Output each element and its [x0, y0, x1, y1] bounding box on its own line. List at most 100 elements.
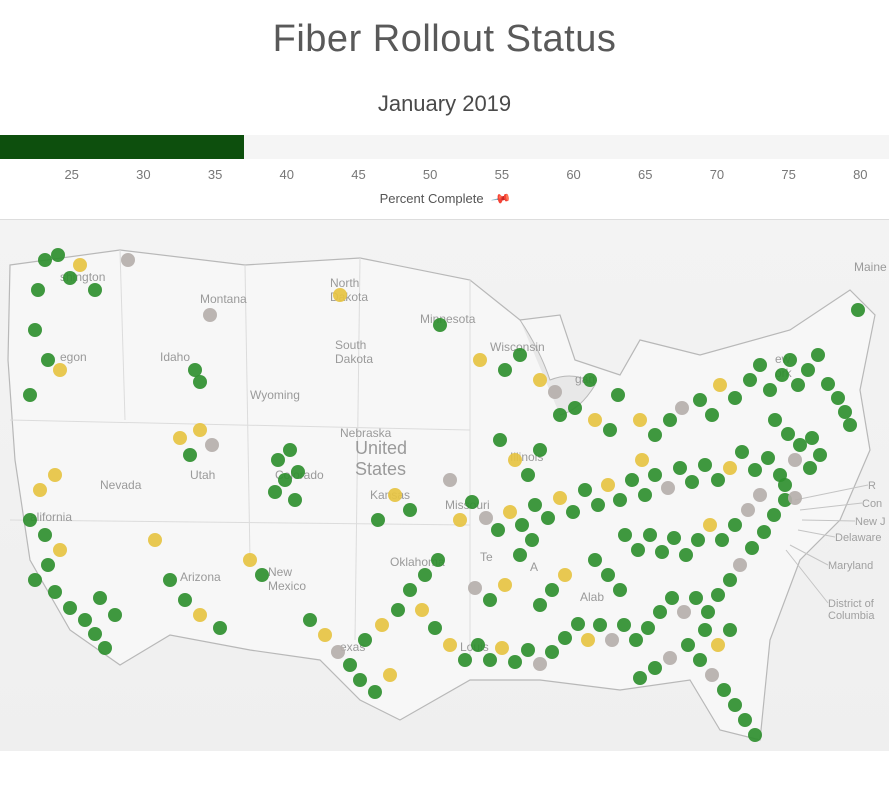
map-point[interactable] — [268, 485, 282, 499]
map-point[interactable] — [568, 401, 582, 415]
map-point[interactable] — [685, 475, 699, 489]
map-point[interactable] — [203, 308, 217, 322]
map-point[interactable] — [743, 373, 757, 387]
map-point[interactable] — [508, 655, 522, 669]
map-point[interactable] — [775, 368, 789, 382]
map-point[interactable] — [93, 591, 107, 605]
map-point[interactable] — [768, 413, 782, 427]
map-point[interactable] — [705, 408, 719, 422]
map-point[interactable] — [611, 388, 625, 402]
map-point[interactable] — [513, 548, 527, 562]
map-point[interactable] — [533, 443, 547, 457]
map-point[interactable] — [617, 618, 631, 632]
map-point[interactable] — [631, 543, 645, 557]
map-point[interactable] — [51, 248, 65, 262]
map-point[interactable] — [278, 473, 292, 487]
map-point[interactable] — [213, 621, 227, 635]
map-point[interactable] — [713, 378, 727, 392]
map-point[interactable] — [31, 283, 45, 297]
map-point[interactable] — [665, 591, 679, 605]
map-point[interactable] — [723, 573, 737, 587]
map-point[interactable] — [193, 608, 207, 622]
map-point[interactable] — [453, 513, 467, 527]
map-point[interactable] — [601, 568, 615, 582]
map-point[interactable] — [63, 271, 77, 285]
map-point[interactable] — [48, 468, 62, 482]
map-point[interactable] — [388, 488, 402, 502]
map-point[interactable] — [471, 638, 485, 652]
map-point[interactable] — [778, 478, 792, 492]
map-point[interactable] — [33, 483, 47, 497]
map-point[interactable] — [805, 431, 819, 445]
map-area[interactable]: UnitedStates shingtonMontanaNorthDakotaM… — [0, 219, 889, 751]
map-point[interactable] — [767, 508, 781, 522]
map-point[interactable] — [788, 491, 802, 505]
map-point[interactable] — [391, 603, 405, 617]
map-point[interactable] — [468, 581, 482, 595]
map-point[interactable] — [633, 671, 647, 685]
map-point[interactable] — [178, 593, 192, 607]
map-point[interactable] — [371, 513, 385, 527]
map-point[interactable] — [41, 353, 55, 367]
map-point[interactable] — [98, 641, 112, 655]
map-point[interactable] — [788, 453, 802, 467]
map-point[interactable] — [838, 405, 852, 419]
map-point[interactable] — [88, 627, 102, 641]
map-point[interactable] — [78, 613, 92, 627]
map-point[interactable] — [693, 393, 707, 407]
map-point[interactable] — [88, 283, 102, 297]
map-point[interactable] — [851, 303, 865, 317]
map-point[interactable] — [368, 685, 382, 699]
map-point[interactable] — [418, 568, 432, 582]
map-point[interactable] — [711, 473, 725, 487]
map-point[interactable] — [591, 498, 605, 512]
map-point[interactable] — [38, 528, 52, 542]
map-point[interactable] — [748, 463, 762, 477]
map-point[interactable] — [148, 533, 162, 547]
map-point[interactable] — [403, 503, 417, 517]
map-point[interactable] — [283, 443, 297, 457]
map-point[interactable] — [691, 533, 705, 547]
map-point[interactable] — [243, 553, 257, 567]
map-point[interactable] — [383, 668, 397, 682]
map-point[interactable] — [791, 378, 805, 392]
map-point[interactable] — [553, 491, 567, 505]
map-point[interactable] — [618, 528, 632, 542]
map-point[interactable] — [821, 377, 835, 391]
map-point[interactable] — [193, 423, 207, 437]
map-point[interactable] — [566, 505, 580, 519]
map-point[interactable] — [661, 481, 675, 495]
map-point[interactable] — [525, 533, 539, 547]
map-point[interactable] — [558, 631, 572, 645]
map-point[interactable] — [667, 531, 681, 545]
map-point[interactable] — [495, 641, 509, 655]
map-point[interactable] — [738, 713, 752, 727]
map-point[interactable] — [521, 643, 535, 657]
map-point[interactable] — [588, 553, 602, 567]
map-point[interactable] — [443, 473, 457, 487]
map-point[interactable] — [63, 601, 77, 615]
map-point[interactable] — [663, 651, 677, 665]
map-point[interactable] — [503, 505, 517, 519]
map-point[interactable] — [483, 653, 497, 667]
map-point[interactable] — [541, 511, 555, 525]
map-point[interactable] — [163, 573, 177, 587]
map-point[interactable] — [553, 408, 567, 422]
map-point[interactable] — [728, 391, 742, 405]
map-point[interactable] — [431, 553, 445, 567]
map-point[interactable] — [681, 638, 695, 652]
map-point[interactable] — [358, 633, 372, 647]
map-point[interactable] — [757, 525, 771, 539]
map-point[interactable] — [303, 613, 317, 627]
map-point[interactable] — [635, 453, 649, 467]
map-point[interactable] — [533, 373, 547, 387]
map-point[interactable] — [673, 461, 687, 475]
map-point[interactable] — [508, 453, 522, 467]
map-point[interactable] — [483, 593, 497, 607]
map-point[interactable] — [375, 618, 389, 632]
map-point[interactable] — [333, 288, 347, 302]
map-point[interactable] — [193, 375, 207, 389]
map-point[interactable] — [761, 451, 775, 465]
map-point[interactable] — [698, 623, 712, 637]
map-point[interactable] — [781, 427, 795, 441]
